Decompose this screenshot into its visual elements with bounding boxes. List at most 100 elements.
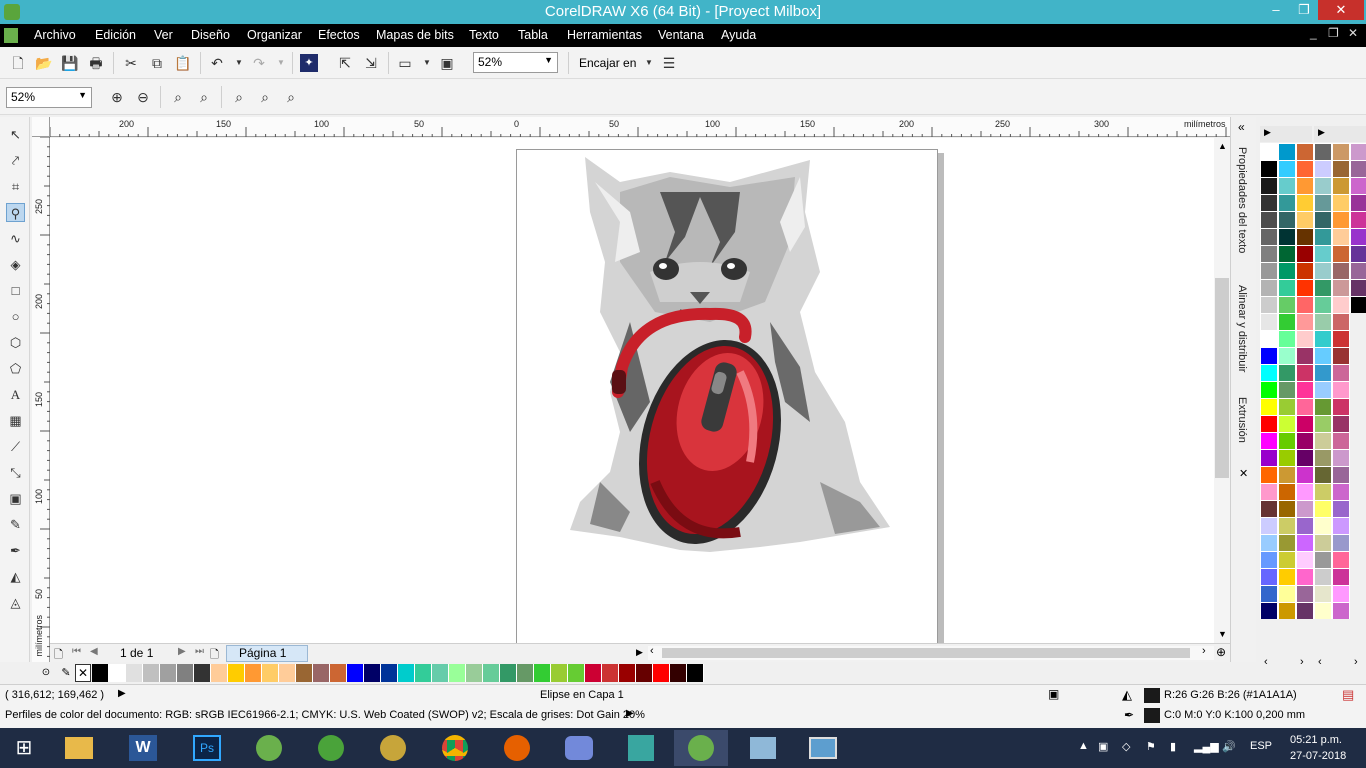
horizontal-scroll-thumb[interactable] xyxy=(662,648,1190,658)
basic-shapes-tool-icon[interactable]: ⬠ xyxy=(6,359,25,378)
color-swatch[interactable] xyxy=(262,664,279,682)
color-swatch[interactable] xyxy=(415,664,432,682)
color-swatch[interactable] xyxy=(1314,483,1332,500)
crop-tool-icon[interactable]: ⌗ xyxy=(6,177,25,196)
paste-icon[interactable]: 📋 xyxy=(174,54,192,72)
print-icon[interactable]: 🖶 xyxy=(87,54,105,72)
color-swatch[interactable] xyxy=(160,664,177,682)
color-swatch[interactable] xyxy=(1314,211,1332,228)
add-page-after-icon[interactable]: 🗋 xyxy=(210,646,219,665)
menu-mapas-de-bits[interactable]: Mapas de bits xyxy=(376,28,454,42)
pick-tool-icon[interactable]: ↖ xyxy=(6,125,25,144)
menu-tabla[interactable]: Tabla xyxy=(518,28,548,42)
doc-minimize-button[interactable]: _ xyxy=(1310,26,1317,40)
color-swatch[interactable] xyxy=(1260,398,1278,415)
color-swatch[interactable] xyxy=(1296,262,1314,279)
color-swatch[interactable] xyxy=(1332,415,1350,432)
launcher-dropdown-icon[interactable]: ▼ xyxy=(418,54,436,72)
palette-scroll-left-icon[interactable]: ‹ xyxy=(1264,656,1268,668)
edit-fill-icon[interactable]: ▤ xyxy=(1342,687,1354,703)
color-swatch[interactable] xyxy=(1260,177,1278,194)
palette-scroll-right-icon[interactable]: › xyxy=(1300,656,1304,668)
clock-time[interactable]: 05:21 p.m. xyxy=(1290,734,1342,746)
menu-ver[interactable]: Ver xyxy=(154,28,173,42)
color-swatch[interactable] xyxy=(1260,313,1278,330)
color-swatch[interactable] xyxy=(1278,534,1296,551)
color-swatch[interactable] xyxy=(109,664,126,682)
chrome-icon[interactable] xyxy=(428,730,482,766)
color-swatch[interactable] xyxy=(1278,568,1296,585)
outline-pen-tool-icon[interactable]: ✒ xyxy=(6,541,25,560)
color-swatch[interactable] xyxy=(1350,262,1366,279)
color-eyedropper-tool-icon[interactable]: ✎ xyxy=(6,515,25,534)
color-swatch[interactable] xyxy=(347,664,364,682)
color-swatch[interactable] xyxy=(1314,245,1332,262)
color-swatch[interactable] xyxy=(1296,551,1314,568)
color-swatch[interactable] xyxy=(534,664,551,682)
color-swatch[interactable] xyxy=(1260,211,1278,228)
prev-page-icon[interactable]: ◀ xyxy=(90,646,98,657)
no-color-swatch[interactable]: ✕ xyxy=(75,664,91,682)
document-palette-menu-icon[interactable]: ⊙ xyxy=(36,664,56,682)
menu-ayuda[interactable]: Ayuda xyxy=(721,28,756,42)
color-swatch[interactable] xyxy=(1278,211,1296,228)
color-swatch[interactable] xyxy=(1314,534,1332,551)
color-swatch[interactable] xyxy=(1278,415,1296,432)
clock-date[interactable]: 27-07-2018 xyxy=(1290,750,1346,762)
color-swatch[interactable] xyxy=(1350,228,1366,245)
welcome-screen-icon[interactable]: ▣ xyxy=(438,54,456,72)
color-swatch[interactable] xyxy=(1296,296,1314,313)
color-swatch[interactable] xyxy=(1314,160,1332,177)
color-swatch[interactable] xyxy=(1296,279,1314,296)
color-swatch[interactable] xyxy=(1278,296,1296,313)
export-icon[interactable]: ⇲ xyxy=(362,54,380,72)
color-swatch[interactable] xyxy=(1350,296,1366,313)
color-swatch[interactable] xyxy=(1296,211,1314,228)
copy-icon[interactable]: ⧉ xyxy=(148,54,166,72)
color-swatch[interactable] xyxy=(1296,432,1314,449)
menu-archivo[interactable]: Archivo xyxy=(34,28,76,42)
color-swatch[interactable] xyxy=(1296,177,1314,194)
save-icon[interactable]: 💾 xyxy=(61,54,79,72)
menu-efectos[interactable]: Efectos xyxy=(318,28,360,42)
color-swatch[interactable] xyxy=(330,664,347,682)
color-swatch[interactable] xyxy=(1314,585,1332,602)
minimize-button[interactable]: – xyxy=(1262,0,1290,20)
color-swatch[interactable] xyxy=(1278,160,1296,177)
fill-color-swatch[interactable] xyxy=(1144,688,1160,703)
color-swatch[interactable] xyxy=(1332,330,1350,347)
docker-tab-extrusion[interactable]: Extrusión xyxy=(1236,397,1248,443)
palette-menu-icon[interactable]: ▶ xyxy=(1318,127,1325,138)
color-swatch[interactable] xyxy=(1332,483,1350,500)
scroll-right-small-icon[interactable]: ▶ xyxy=(636,647,643,658)
color-swatch[interactable] xyxy=(1332,517,1350,534)
app-cube-icon[interactable] xyxy=(614,730,668,766)
redo-dropdown-icon[interactable]: ▼ xyxy=(272,54,290,72)
options-icon[interactable]: ☰ xyxy=(660,54,678,72)
color-swatch[interactable] xyxy=(1350,245,1366,262)
color-swatch[interactable] xyxy=(1296,364,1314,381)
vertical-scrollbar[interactable]: ▲ ▼ xyxy=(1214,138,1230,643)
color-swatch[interactable] xyxy=(1260,347,1278,364)
zoom-to-page-icon[interactable]: ⌕ xyxy=(230,88,248,106)
color-swatch[interactable] xyxy=(1332,245,1350,262)
menu-ventana[interactable]: Ventana xyxy=(658,28,704,42)
color-swatch[interactable] xyxy=(1278,143,1296,160)
zoom-level-select[interactable]: 52% ▼ xyxy=(473,52,558,73)
color-swatch[interactable] xyxy=(1278,551,1296,568)
color-swatch[interactable] xyxy=(1296,381,1314,398)
redo-icon[interactable]: ↷ xyxy=(250,54,268,72)
volume-icon[interactable]: 🔊 xyxy=(1222,740,1236,753)
color-swatch[interactable] xyxy=(1314,432,1332,449)
color-swatch[interactable] xyxy=(1314,517,1332,534)
color-swatch[interactable] xyxy=(1278,500,1296,517)
zoom-to-page-height-icon[interactable]: ⌕ xyxy=(282,88,300,106)
color-swatch[interactable] xyxy=(1332,177,1350,194)
color-swatch[interactable] xyxy=(1278,262,1296,279)
color-swatch[interactable] xyxy=(1350,279,1366,296)
connector-tool-icon[interactable]: ⤡ xyxy=(6,463,25,482)
color-swatch[interactable] xyxy=(1332,143,1350,160)
color-swatch[interactable] xyxy=(1260,432,1278,449)
color-swatch[interactable] xyxy=(1278,228,1296,245)
color-swatch[interactable] xyxy=(1296,500,1314,517)
